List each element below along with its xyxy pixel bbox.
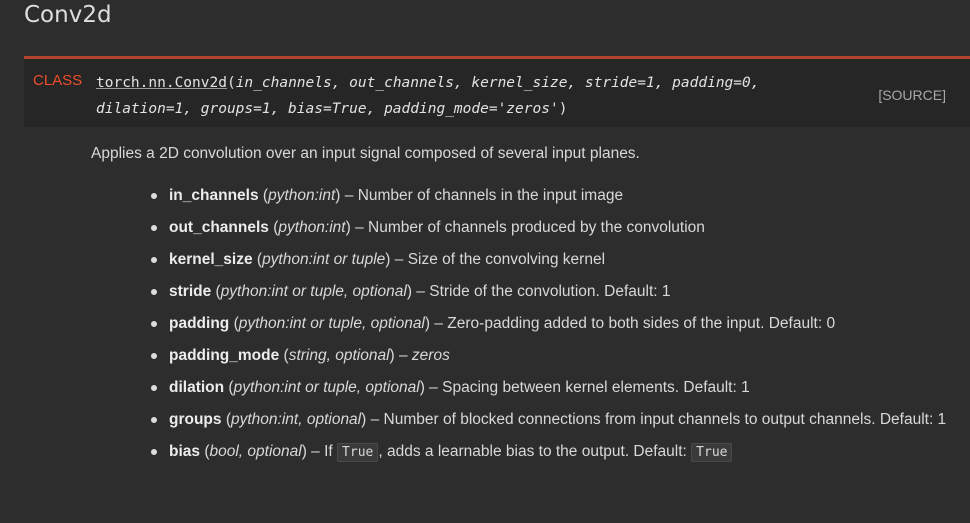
param-dilation: dilation (python:int or tuple, optional)… — [151, 372, 959, 404]
param-desc: Spacing between kernel elements. Default… — [442, 379, 750, 396]
param-type: string, optional — [288, 347, 390, 364]
param-desc: Stride of the convolution. Default: 1 — [429, 283, 671, 300]
param-desc: Number of blocked connections from input… — [383, 411, 947, 428]
param-name: dilation — [169, 379, 225, 396]
class-label: CLASS — [33, 72, 83, 89]
param-name: out_channels — [169, 219, 269, 236]
param-desc-prefix: If — [324, 443, 333, 460]
class-description: Applies a 2D convolution over an input s… — [91, 145, 640, 162]
signature-params-line1: in_channels, out_channels, kernel_size, … — [235, 75, 760, 91]
class-name-link[interactable]: torch.nn.Conv2d — [96, 75, 227, 91]
param-type: python:int or tuple, optional — [220, 283, 407, 300]
param-in-channels: in_channels (python:int) – Number of cha… — [151, 180, 959, 212]
signature-params-line2: dilation=1, groups=1, bias=True, padding… — [96, 101, 559, 117]
source-link[interactable]: [SOURCE] — [878, 87, 946, 103]
param-type: python:int or tuple — [262, 251, 386, 268]
param-type: bool, optional — [209, 443, 302, 460]
param-type: python:int or tuple, optional — [238, 315, 425, 332]
param-type: python:int or tuple, optional — [233, 379, 420, 396]
param-name: in_channels — [169, 187, 259, 204]
param-type: python:int, optional — [231, 411, 362, 428]
parameter-list: in_channels (python:int) – Number of cha… — [151, 180, 959, 469]
param-desc: Number of channels produced by the convo… — [368, 219, 705, 236]
open-paren: ( — [226, 75, 236, 91]
param-desc: zeros — [411, 347, 450, 364]
param-desc: , adds a learnable bias to the output. D… — [378, 443, 687, 460]
param-name: kernel_size — [169, 251, 253, 268]
param-desc: Size of the convolving kernel — [407, 251, 606, 268]
param-name: bias — [169, 443, 201, 460]
close-paren: ) — [558, 101, 568, 117]
param-stride: stride (python:int or tuple, optional) –… — [151, 276, 959, 308]
class-signature: CLASS torch.nn.Conv2d(in_channels, out_c… — [24, 59, 970, 127]
param-desc: Number of channels in the input image — [357, 187, 624, 204]
param-desc: Zero-padding added to both sides of the … — [447, 315, 836, 332]
signature-text: torch.nn.Conv2d(in_channels, out_channel… — [96, 70, 816, 122]
param-name: padding — [169, 315, 230, 332]
param-out-channels: out_channels (python:int) – Number of ch… — [151, 212, 959, 244]
param-type: python:int — [268, 187, 336, 204]
page-title: Conv2d — [24, 2, 112, 28]
param-padding-mode: padding_mode (string, optional) – zeros — [151, 340, 959, 372]
param-type: python:int — [278, 219, 346, 236]
param-name: groups — [169, 411, 222, 428]
param-name: padding_mode — [169, 347, 280, 364]
param-groups: groups (python:int, optional) – Number o… — [151, 404, 959, 436]
param-padding: padding (python:int or tuple, optional) … — [151, 308, 959, 340]
code-literal-true: True — [337, 443, 379, 462]
code-literal-true: True — [691, 443, 733, 462]
param-bias: bias (bool, optional) – If True, adds a … — [151, 436, 959, 469]
param-kernel-size: kernel_size (python:int or tuple) – Size… — [151, 244, 959, 276]
param-name: stride — [169, 283, 212, 300]
